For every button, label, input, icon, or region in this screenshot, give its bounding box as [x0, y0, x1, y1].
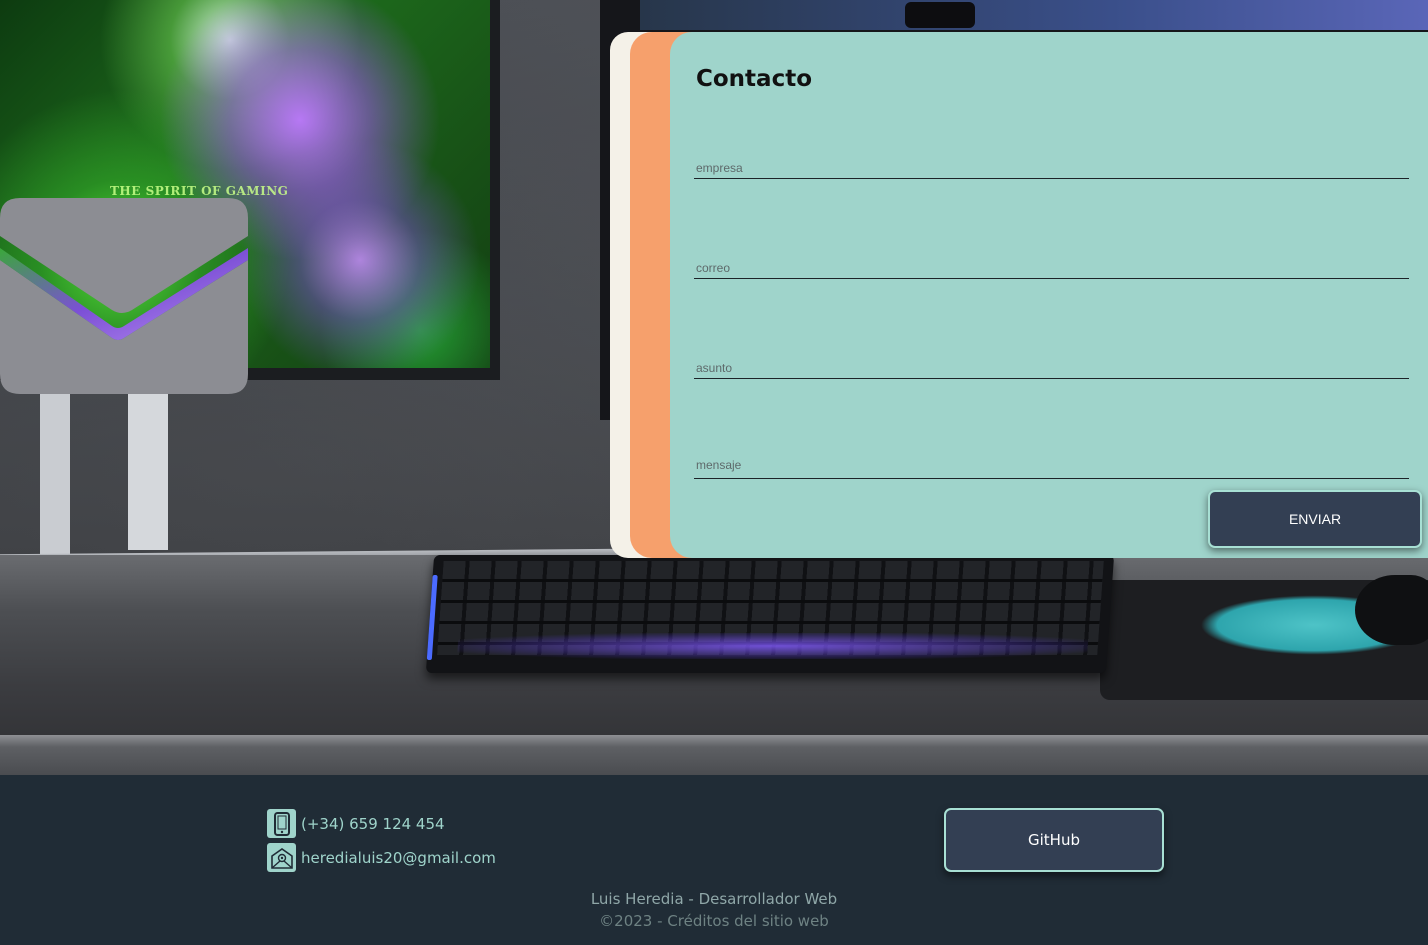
correo-input[interactable]: [696, 258, 1409, 278]
mensaje-field-wrapper: [694, 453, 1409, 479]
phone-number: (+34) 659 124 454: [301, 814, 445, 833]
monitor-stand-base: [128, 380, 168, 550]
send-button[interactable]: ENVIAR: [1208, 490, 1422, 548]
contact-form: Contacto ENVIAR: [670, 32, 1428, 558]
webcam: [905, 2, 975, 28]
monitor-screen-text: THE SPIRIT OF GAMING: [110, 184, 289, 198]
mensaje-textarea[interactable]: [696, 458, 1409, 478]
empresa-field-wrapper: [694, 153, 1409, 179]
right-monitor-screen: [640, 0, 1428, 30]
email-icon: [267, 843, 296, 872]
footer: (+34) 659 124 454 heredialuis20@gmail.co…: [0, 775, 1428, 945]
envelope-icon: [0, 198, 248, 394]
correo-field-wrapper: [694, 253, 1409, 279]
mouse: [1355, 575, 1428, 645]
keyboard-backlight: [456, 633, 1089, 659]
github-button[interactable]: GitHub: [944, 808, 1164, 872]
asunto-input[interactable]: [696, 358, 1409, 378]
empresa-input[interactable]: [696, 158, 1409, 178]
email-address[interactable]: heredialuis20@gmail.com: [301, 849, 496, 867]
phone-contact: (+34) 659 124 454: [267, 809, 445, 838]
email-contact: heredialuis20@gmail.com: [267, 843, 496, 872]
author-credit: Luis Heredia - Desarrollador Web: [590, 890, 838, 908]
monitor-stand: [40, 380, 70, 560]
asunto-field-wrapper: [694, 353, 1409, 379]
desk-front: [0, 735, 1428, 775]
copyright-credit: ©2023 - Créditos del sitio web: [599, 912, 829, 930]
phone-icon: [267, 809, 296, 838]
contact-title: Contacto: [696, 66, 812, 92]
keyboard: [425, 555, 1115, 673]
